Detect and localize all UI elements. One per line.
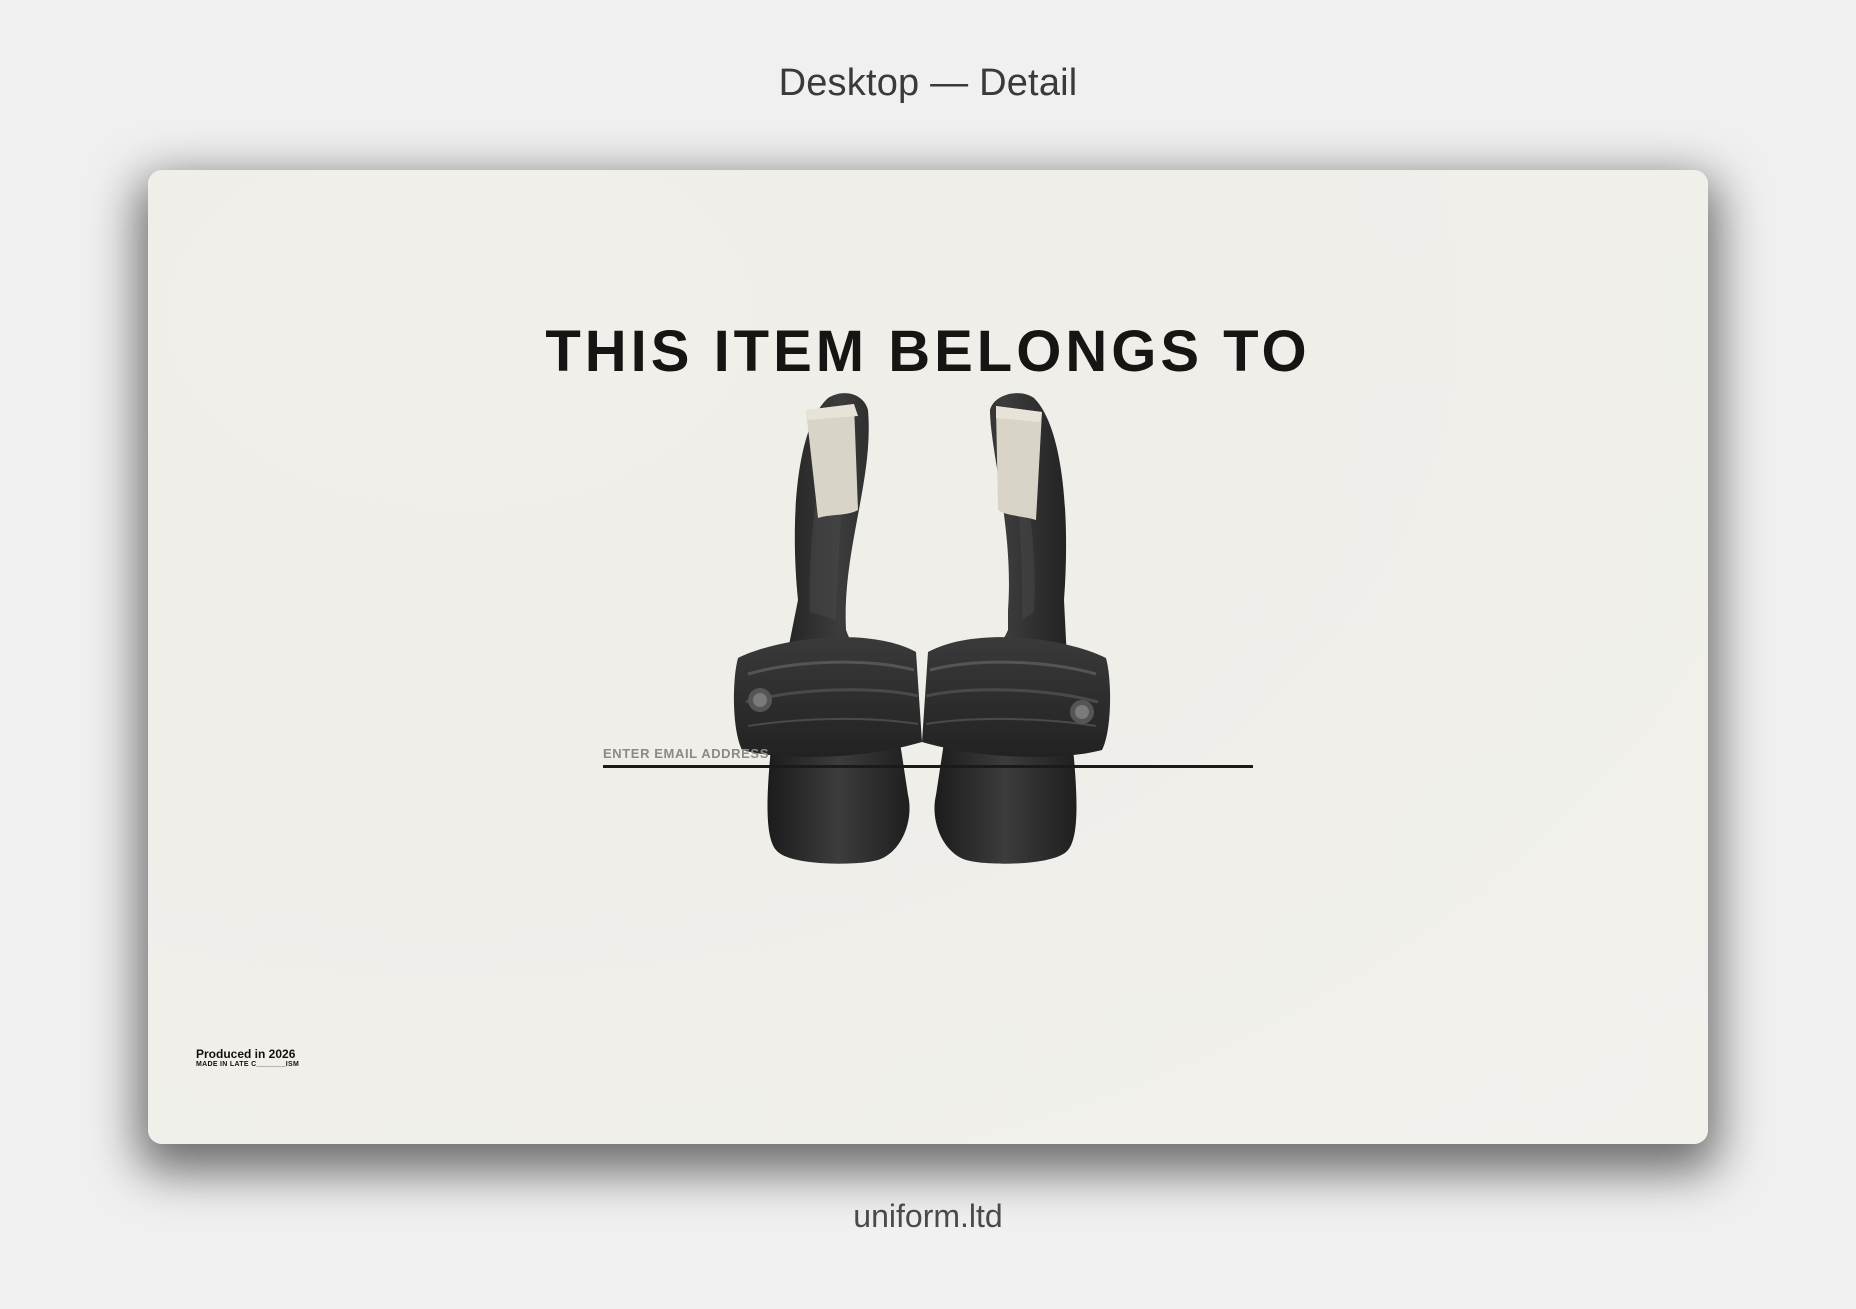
right-sandal (922, 393, 1111, 864)
made-in-label: MADE IN LATE C_______ISM (196, 1061, 300, 1068)
email-input[interactable] (603, 742, 1253, 768)
left-sandal (733, 393, 922, 864)
sandals-product-image (733, 393, 1111, 864)
page-headline: THIS ITEM BELONGS TO (545, 319, 1311, 384)
produced-label: Produced in 2026 (196, 1047, 296, 1061)
presentation-title: Desktop — Detail (778, 62, 1078, 104)
presentation-domain: uniform.ltd (853, 1198, 1003, 1234)
desktop-frame: THIS ITEM BELONGS TO ENTER EMAIL ADDRESS… (148, 170, 1708, 1144)
